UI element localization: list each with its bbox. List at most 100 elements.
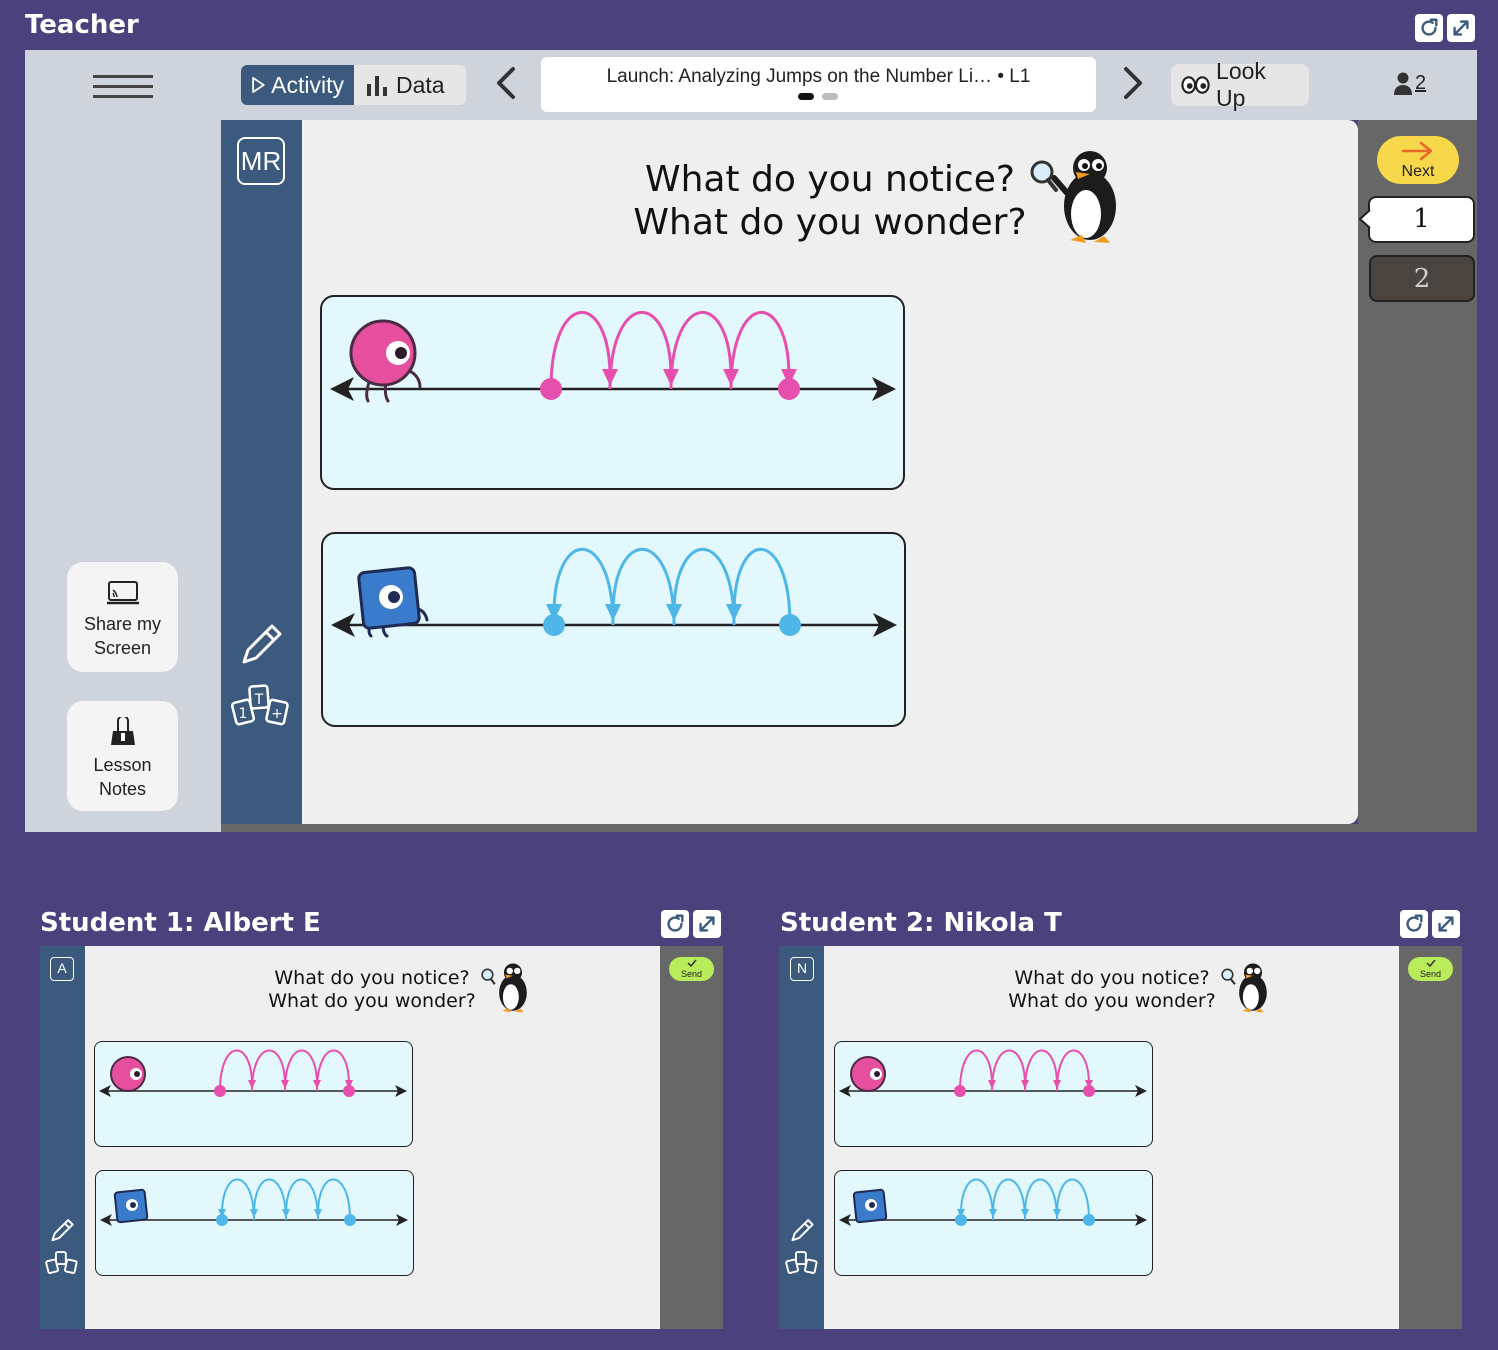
svg-text:T: T [254,692,264,708]
svg-text:+: + [271,706,283,722]
student-1-expand-button[interactable] [693,910,721,938]
reload-icon [1421,18,1438,36]
student-2-question-line-2: What do you wonder? [1008,990,1216,1012]
question-prompt: What do you notice? What do you wonder? [630,158,1030,244]
pencil-icon [242,624,282,664]
share-screen-label-2: Screen [93,638,152,658]
teacher-panel-title: Teacher [25,10,139,40]
student-2-send-button[interactable]: Send [1408,957,1453,981]
number-line-blue [331,547,897,638]
student-1-math-tools-button[interactable] [45,1250,79,1281]
student-2-send-label: Send [1419,969,1442,979]
penguin-magnifier-icon [1030,151,1116,243]
reload-icon [1406,914,1423,932]
student-2-right-pane [1399,946,1462,1329]
question-line-1: What do you notice? [645,159,1015,200]
page-tab-1[interactable]: 1 [1368,196,1475,243]
student-1-send-label: Send [680,969,703,979]
student-1-initial: A [57,960,67,976]
question-line-2: What do you wonder? [633,202,1027,243]
student-2-math-tools-button[interactable] [785,1250,819,1281]
student-1-reload-button[interactable] [661,910,689,938]
student-2-question: What do you notice? What do you wonder? [1002,967,1222,1013]
hamburger-icon [93,75,153,98]
lesson-selector[interactable]: Launch: Analyzing Jumps on the Number Li… [541,57,1096,112]
student-2-reload-button[interactable] [1400,910,1428,938]
student-2-question-line-1: What do you notice? [1014,967,1210,989]
slide-dot[interactable] [822,93,838,100]
eyes-icon [1181,76,1210,94]
number-tiles-icon: T 1 + [230,684,289,726]
previous-slide-button[interactable] [493,66,519,100]
student-1-pencil-button[interactable] [48,1215,76,1248]
bar-chart-icon [367,76,387,96]
math-tools-button[interactable]: T 1 + [230,683,292,734]
number-tiles-icon [785,1251,818,1274]
hamburger-menu-button[interactable] [93,73,153,99]
student-1-question-line-2: What do you wonder? [268,990,476,1012]
student-2-number-line-blue [839,1178,1147,1226]
student-2-expand-button[interactable] [1432,910,1460,938]
lesson-title: Launch: Analyzing Jumps on the Number Li… [606,66,993,87]
lesson-notes-button[interactable]: Lesson Notes [67,701,178,811]
student-1-right-pane [660,946,723,1329]
slide-dot-current[interactable] [798,93,814,100]
reload-button[interactable] [1415,14,1443,42]
checkmark-icon [686,959,697,968]
person-icon [1394,72,1412,95]
lesson-notes-label-2: Notes [98,779,147,799]
student-2-penguin [1220,962,1270,1016]
student-2-initial-badge: N [790,957,814,981]
lesson-notes-label-1: Lesson [93,755,152,775]
page-tab-2[interactable]: 2 [1369,255,1475,302]
binder-clip-icon [110,715,135,745]
lesson-suffix: • L1 [997,66,1031,87]
play-icon [252,77,265,93]
expand-icon [1453,20,1469,36]
reload-icon [667,914,684,932]
cast-icon [106,581,139,605]
student-1-penguin [480,962,530,1016]
expand-button[interactable] [1447,14,1475,42]
tab-data-label: Data [396,71,445,98]
expand-icon [699,916,715,932]
next-slide-button[interactable] [1120,66,1146,100]
svg-text:1: 1 [239,706,248,722]
penguin-magnifier-icon [1221,963,1267,1013]
stage-bottom-strip [221,824,1358,832]
page-pointer-icon [1359,210,1371,228]
tab-activity[interactable]: Activity [241,65,354,105]
student-2-number-line-pink [839,1049,1147,1097]
tab-data[interactable]: Data [354,65,466,105]
next-button[interactable]: Next [1377,136,1459,184]
checkmark-icon [1425,959,1436,968]
number-line-pink [330,311,896,403]
student-1-question: What do you notice? What do you wonder? [262,967,482,1013]
penguin-magnifier-icon [481,963,527,1013]
student-1-title: Student 1: Albert E [40,908,321,938]
next-label: Next [1401,163,1435,180]
chevron-left-icon [497,67,515,99]
pencil-tool-button[interactable] [236,618,286,671]
user-initials-badge[interactable]: MR [237,137,285,185]
student-1-question-line-1: What do you notice? [274,967,470,989]
look-up-label: Look Up [1216,58,1266,111]
student-2-pencil-button[interactable] [788,1215,816,1248]
arrow-right-icon [1401,141,1433,161]
participants-button[interactable]: 2 [1394,71,1426,95]
penguin-mascot [1028,150,1122,248]
user-initials: MR [240,146,282,176]
page-tab-2-label: 2 [1413,264,1431,294]
share-screen-button[interactable]: Share my Screen [67,562,178,672]
participant-count: 2 [1415,72,1427,94]
share-screen-label-1: Share my [83,614,162,634]
student-1-send-button[interactable]: Send [669,957,714,981]
student-1-number-line-blue [100,1178,408,1226]
student-1-number-line-pink [99,1049,407,1097]
student-2-title: Student 2: Nikola T [780,908,1062,938]
look-up-button[interactable]: Look Up [1171,58,1309,111]
chevron-right-icon [1124,67,1142,99]
student-2-initial: N [796,960,808,976]
number-tiles-icon [45,1251,78,1274]
student-1-initial-badge: A [50,957,74,981]
